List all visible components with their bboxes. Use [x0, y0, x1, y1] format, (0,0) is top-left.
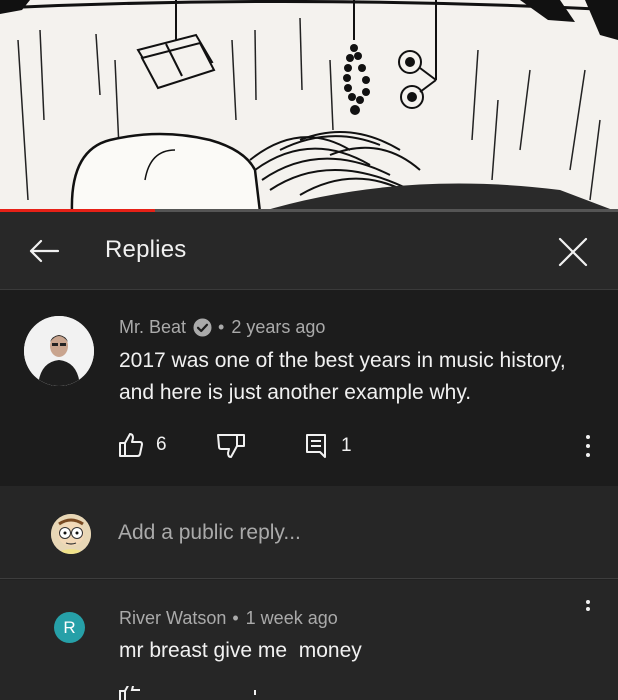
reply-count: 1 — [341, 435, 352, 456]
arrow-left-icon — [29, 239, 60, 263]
dislike-button[interactable] — [217, 433, 247, 459]
reply-more-options-button[interactable] — [578, 600, 598, 616]
comment-meta: Mr. Beat • 2 years ago — [119, 317, 325, 338]
cartoon-avatar-icon — [51, 514, 91, 554]
comment-time: 2 years ago — [231, 317, 326, 337]
reply-dislike-button[interactable] — [228, 690, 258, 700]
reply-input[interactable] — [118, 518, 578, 548]
meta-separator: • — [232, 608, 239, 628]
thumbs-down-icon — [217, 434, 245, 458]
avatar[interactable]: R — [54, 612, 85, 643]
back-button[interactable] — [22, 234, 66, 268]
reply-time: 1 week ago — [245, 608, 338, 628]
page-title: Replies — [105, 236, 187, 263]
avatar — [51, 514, 91, 554]
app-root: Replies Mr. Beat • 2 years ago 2017 was … — [0, 0, 618, 700]
thumbs-down-icon — [254, 690, 256, 695]
reply-text: mr breast give me money — [119, 639, 362, 662]
comment-author[interactable]: Mr. Beat — [119, 317, 186, 338]
reply-author[interactable]: River Watson — [119, 608, 226, 629]
more-vertical-icon — [586, 600, 590, 614]
more-options-button[interactable] — [576, 428, 600, 464]
video-frame-illustration — [0, 0, 618, 212]
close-icon — [558, 237, 588, 267]
like-button[interactable]: 6 — [118, 432, 167, 458]
meta-separator: • — [218, 317, 225, 337]
avatar[interactable] — [24, 316, 94, 386]
avatar-letter: R — [63, 617, 76, 637]
close-button[interactable] — [553, 232, 593, 272]
verified-badge-icon — [193, 318, 212, 337]
user-photo-icon — [24, 316, 94, 386]
reply-like-button[interactable] — [118, 686, 144, 700]
reply-comment-icon — [306, 434, 326, 458]
more-vertical-icon — [586, 433, 590, 460]
replies-button[interactable]: 1 — [305, 433, 352, 459]
comment-text: 2017 was one of the best years in music … — [119, 349, 566, 404]
thumbs-up-icon — [119, 433, 143, 457]
like-count: 6 — [156, 434, 167, 455]
reply-meta: River Watson • 1 week ago — [119, 608, 338, 629]
replies-header: Replies — [0, 212, 618, 290]
thumbs-up-icon — [119, 686, 140, 700]
video-player[interactable] — [0, 0, 618, 212]
